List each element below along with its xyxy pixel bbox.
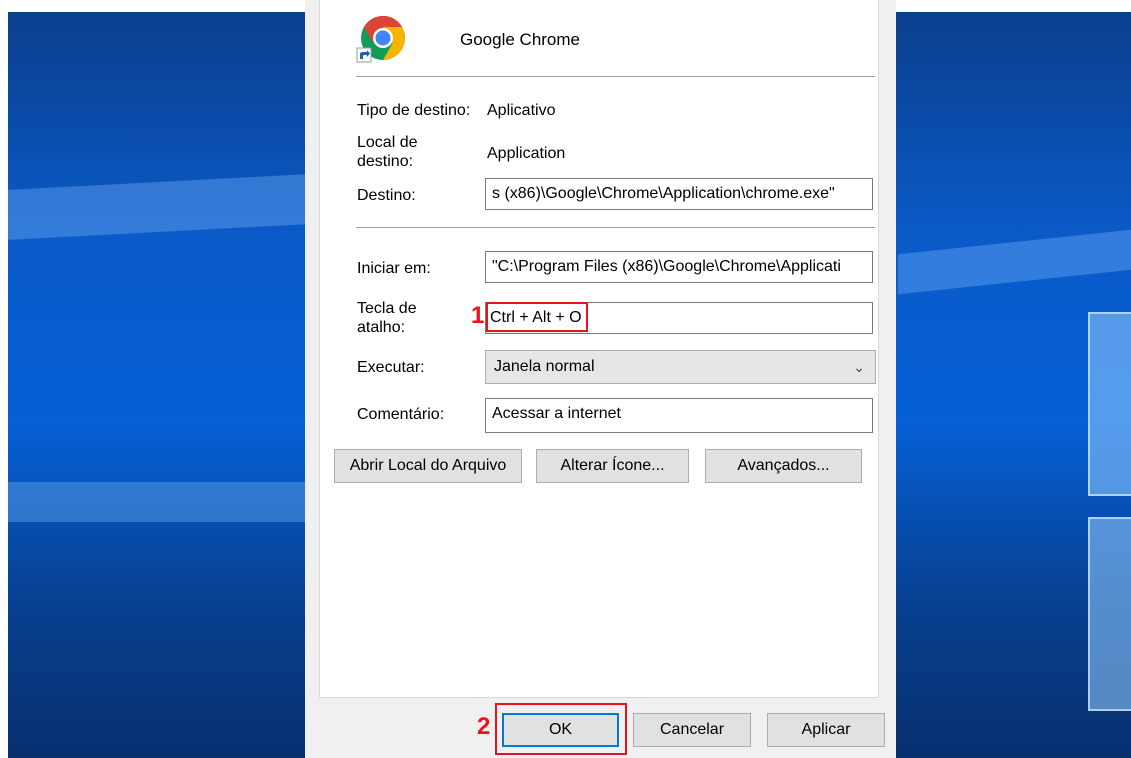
target-type-label: Tipo de destino:	[357, 102, 471, 119]
shortcut-key-highlight	[486, 302, 588, 332]
target-location-label: Local de destino:	[357, 134, 418, 170]
step-2-marker: 2	[477, 713, 491, 740]
shortcut-tab-panel: Google Chrome Tipo de destino: Aplicativ…	[319, 0, 879, 698]
run-label: Executar:	[357, 359, 425, 376]
windows-logo-pane	[1088, 517, 1131, 711]
apply-button[interactable]: Aplicar	[767, 713, 885, 747]
chevron-down-icon: ⌄	[853, 359, 865, 375]
start-in-label: Iniciar em:	[357, 260, 431, 277]
start-in-field[interactable]: "C:\Program Files (x86)\Google\Chrome\Ap…	[485, 251, 873, 283]
light-ray	[8, 174, 308, 240]
light-ray	[8, 482, 308, 522]
separator	[356, 227, 875, 228]
target-type-value: Aplicativo	[487, 102, 556, 119]
app-name: Google Chrome	[460, 30, 581, 49]
target-label: Destino:	[357, 187, 416, 204]
change-icon-button[interactable]: Alterar Ícone...	[536, 449, 689, 483]
cancel-button[interactable]: Cancelar	[633, 713, 751, 747]
comment-field[interactable]: Acessar a internet	[485, 398, 873, 433]
ok-button[interactable]: OK	[502, 713, 619, 747]
step-1-marker: 1	[471, 302, 485, 329]
chrome-shortcut-icon	[356, 16, 405, 63]
run-select[interactable]: Janela normal ⌄	[485, 350, 876, 384]
windows-logo-pane	[1088, 312, 1131, 496]
separator	[356, 76, 875, 77]
light-ray	[898, 229, 1131, 295]
target-field[interactable]: s (x86)\Google\Chrome\Application\chrome…	[485, 178, 873, 210]
shortcut-key-label: Tecla de atalho:	[357, 300, 417, 336]
advanced-button[interactable]: Avançados...	[705, 449, 862, 483]
target-location-value: Application	[487, 145, 566, 162]
run-select-value: Janela normal	[494, 358, 595, 375]
comment-label: Comentário:	[357, 406, 445, 423]
shortcut-properties-dialog: Google Chrome Tipo de destino: Aplicativ…	[305, 0, 896, 758]
open-file-location-button[interactable]: Abrir Local do Arquivo	[334, 449, 522, 483]
